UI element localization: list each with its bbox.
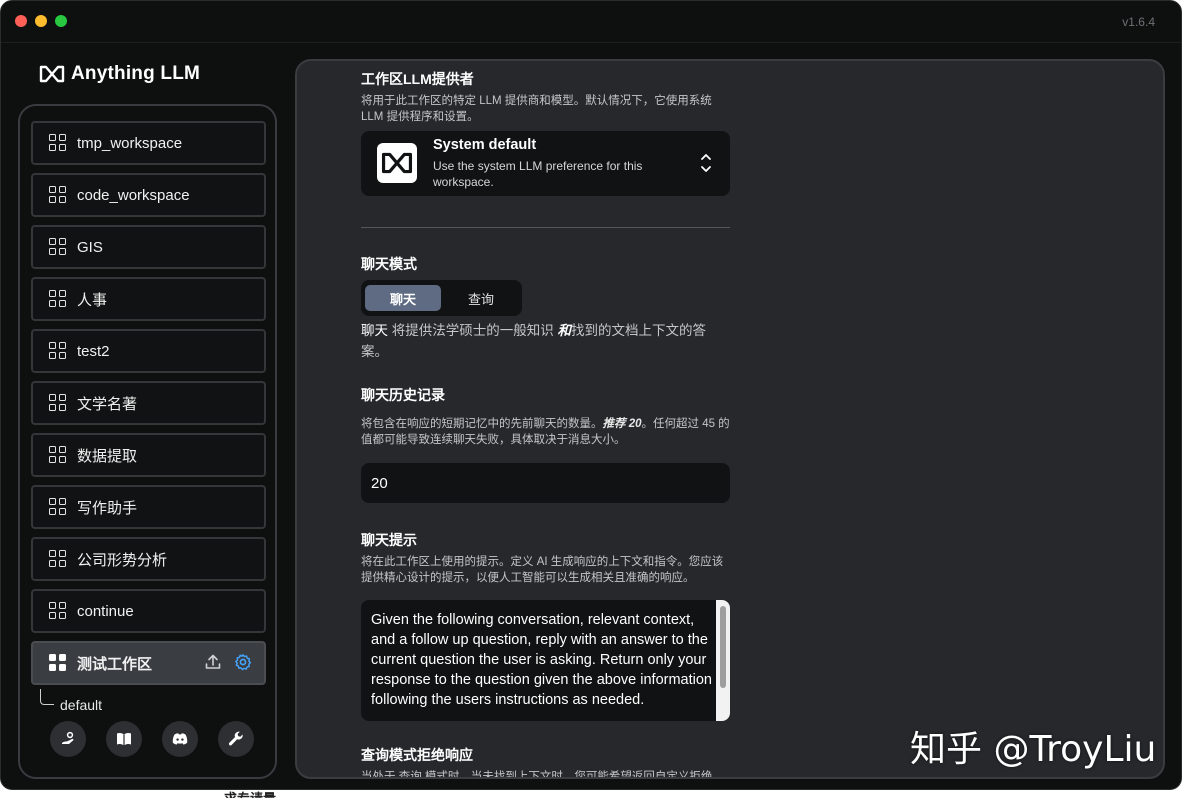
upload-icon[interactable] <box>204 653 222 671</box>
chat-history-desc-a: 将包含在响应的短期记忆中的先前聊天的数量。 <box>361 418 603 430</box>
version-label: v1.6.4 <box>1122 15 1155 29</box>
chat-history-input[interactable]: 20 <box>361 463 730 503</box>
chat-mode-desc-middle: 将提供法学硕士的一般知识 <box>388 323 558 338</box>
workspace-label: 人事 <box>77 291 108 309</box>
title-divider <box>1 42 1181 43</box>
community-hub-button[interactable] <box>50 721 86 757</box>
sidebar-footer <box>50 721 254 757</box>
anythingllm-logo-icon <box>39 65 65 83</box>
discord-icon <box>172 733 188 745</box>
thread-item-default[interactable]: default <box>60 697 102 713</box>
workspace-label: 公司形势分析 <box>77 551 168 569</box>
chat-history-desc-emphasis: 推荐 20 <box>602 418 642 430</box>
workspace-item[interactable]: continue <box>31 589 266 633</box>
workspace-item[interactable]: 人事 <box>31 277 266 321</box>
chat-mode-option-query[interactable]: 查询 <box>443 285 519 311</box>
workspace-settings-panel: 工作区LLM提供者 将用于此工作区的特定 LLM 提供商和模型。默认情况下，它使… <box>295 59 1165 779</box>
docs-button[interactable] <box>106 721 142 757</box>
workspace-grid-icon <box>49 238 67 256</box>
chat-prompt-title: 聊天提示 <box>361 532 417 548</box>
title-bar: v1.6.4 <box>1 1 1181 43</box>
chevron-up-down-icon <box>701 154 711 172</box>
chat-mode-toggle: 聊天 查询 <box>361 280 522 316</box>
workspace-grid-icon <box>49 446 67 464</box>
workspace-grid-icon <box>49 654 67 672</box>
workspace-label: tmp_workspace <box>77 134 183 152</box>
workspace-grid-icon <box>49 550 67 568</box>
close-window-button[interactable] <box>15 15 27 27</box>
workspace-item[interactable]: 公司形势分析 <box>31 537 266 581</box>
chat-prompt-description: 将在此工作区上使用的提示。定义 AI 生成响应的上下文和指令。您应该提供精心设计… <box>361 556 724 584</box>
chat-mode-description: 聊天 将提供法学硕士的一般知识 和找到的文档上下文的答案。 <box>361 320 731 362</box>
llm-provider-selected-description: Use the system LLM preference for this w… <box>433 159 643 189</box>
workspace-item[interactable]: GIS <box>31 225 266 269</box>
minimize-window-button[interactable] <box>35 15 47 27</box>
chat-history-title: 聊天历史记录 <box>361 387 445 403</box>
workspace-label: continue <box>77 602 134 620</box>
workspace-label: GIS <box>77 238 103 256</box>
workspace-item[interactable]: code_workspace <box>31 173 266 217</box>
workspace-item[interactable]: tmp_workspace <box>31 121 266 165</box>
anythingllm-logo-icon <box>381 152 413 174</box>
chat-mode-option-chat[interactable]: 聊天 <box>365 285 441 311</box>
workspace-item[interactable]: 写作助手 <box>31 485 266 529</box>
chat-mode-title: 聊天模式 <box>361 256 417 272</box>
chat-mode-desc-prefix: 聊天 <box>361 323 388 338</box>
workspace-actions <box>204 653 252 671</box>
workspace-item[interactable]: test2 <box>31 329 266 373</box>
section-divider <box>361 227 730 228</box>
llm-provider-name: System default <box>433 137 537 153</box>
workspace-label: 测试工作区 <box>77 655 153 673</box>
chat-mode-desc-emphasis: 和 <box>557 323 572 338</box>
cropped-text-below-window: 求专请量 <box>224 788 276 798</box>
workspace-grid-icon <box>49 290 67 308</box>
workspace-label: code_workspace <box>77 186 190 204</box>
zoom-window-button[interactable] <box>55 15 67 27</box>
workspace-item[interactable]: 文学名著 <box>31 381 266 425</box>
workspace-label: 数据提取 <box>77 447 138 465</box>
llm-provider-title: 工作区LLM提供者 <box>361 71 474 87</box>
workspace-grid-icon <box>49 186 67 204</box>
system-default-logo <box>377 143 417 183</box>
brand-name: Anything LLM <box>71 63 201 84</box>
workspace-item-active[interactable]: 测试工作区 <box>31 641 266 685</box>
query-refusal-description: 当处于 查询 模式时，当未找到上下文时，您可能希望返回自定义拒绝 <box>361 771 713 779</box>
community-hub-icon <box>62 731 74 744</box>
thread-branch-line <box>40 689 54 705</box>
chat-history-description: 将包含在响应的短期记忆中的先前聊天的数量。推荐 20。任何超过 45 的值都可能… <box>361 416 731 448</box>
docs-book-icon <box>117 732 131 746</box>
llm-provider-description: 将用于此工作区的特定 LLM 提供商和模型。默认情况下，它使用系统 LLM 提供… <box>361 95 712 123</box>
prompt-scrollbar-thumb[interactable] <box>720 606 726 688</box>
workspace-grid-icon <box>49 394 67 412</box>
workspace-label: test2 <box>77 342 110 360</box>
workspace-sidebar: tmp_workspace code_workspace GIS 人事 test… <box>18 104 277 779</box>
query-refusal-title: 查询模式拒绝响应 <box>361 747 473 763</box>
workspace-grid-icon <box>49 134 67 152</box>
watermark-text: 知乎 @TroyLiu <box>910 729 1157 770</box>
workspace-label: 写作助手 <box>77 499 138 517</box>
llm-provider-select[interactable]: System default Use the system LLM prefer… <box>361 131 730 196</box>
workspace-grid-icon <box>49 498 67 516</box>
wrench-icon <box>228 731 243 746</box>
discord-button[interactable] <box>162 721 198 757</box>
gear-icon[interactable] <box>234 653 252 671</box>
workspace-grid-icon <box>49 342 67 360</box>
settings-tools-button[interactable] <box>218 721 254 757</box>
workspace-grid-icon <box>49 602 67 620</box>
workspace-item[interactable]: 数据提取 <box>31 433 266 477</box>
brand-logo[interactable]: Anything LLM <box>39 63 200 85</box>
chat-prompt-text: Given the following conversation, releva… <box>371 612 712 708</box>
app-window: v1.6.4 Anything LLM tmp_workspace code_w… <box>0 0 1182 790</box>
workspace-label: 文学名著 <box>77 395 138 413</box>
chat-prompt-textarea[interactable]: Given the following conversation, releva… <box>361 600 730 721</box>
